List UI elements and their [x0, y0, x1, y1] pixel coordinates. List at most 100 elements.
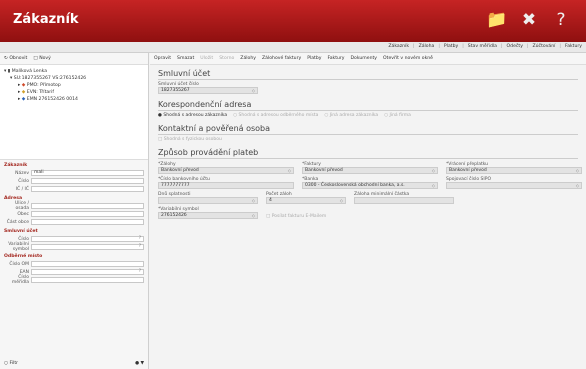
meter-label: Číslo měřidla — [11, 275, 29, 285]
street-input[interactable] — [31, 203, 144, 209]
menu-item-platby[interactable]: Platby — [444, 44, 458, 49]
refresh-button[interactable]: ↻ Obnovit — [4, 56, 27, 61]
menu-item-zaloha[interactable]: Záloha — [419, 44, 435, 49]
due-row: Dnů splatnosti Počet záloh4 Záloha minim… — [158, 191, 578, 204]
payment-title: Způsob provádění plateb — [158, 148, 578, 159]
contract-number-input[interactable] — [31, 236, 144, 242]
tree-node[interactable]: ▾ ▮ Malíková Lenka — [4, 68, 144, 75]
menu-item-zakaznik[interactable]: Zákazník — [388, 44, 409, 49]
customer-tree: ▾ ▮ Malíková Lenka ▾ SU:1827355267 VS:27… — [0, 65, 148, 160]
min-input[interactable] — [354, 197, 454, 204]
vs-label: Variabilní symbol — [8, 242, 29, 252]
part-row: Část obce — [0, 218, 148, 226]
number-label: Číslo — [18, 178, 29, 184]
email-invoice-label: Posílat fakturu E-Mailem — [271, 214, 327, 219]
payment-methods: *ZálohyBankovní převod *FakturyBankovní … — [158, 161, 582, 174]
menu-item-meridla[interactable]: Stav měřidla — [468, 44, 497, 49]
edit-button[interactable]: Opravit — [154, 56, 171, 61]
corr-radio-group: ● Shodná s adresou zákazníka ○ Shodná s … — [158, 113, 578, 118]
sipo-input[interactable] — [446, 182, 582, 189]
tree-node[interactable]: ▸ ◆ EMN 27615242б 0014 — [4, 96, 144, 103]
menu-item-faktury[interactable]: Faktury — [565, 44, 582, 49]
street-label: Ulice / osada — [15, 201, 29, 211]
contract-number-field[interactable]: 1827355267 — [158, 87, 258, 94]
part-input[interactable] — [31, 219, 144, 225]
corr-radio-customer-label: Shodná s adresou zákazníka — [163, 113, 228, 118]
ico-input[interactable] — [31, 186, 144, 192]
tree-node[interactable]: ▾ SU:1827355267 VS:27615242б — [4, 75, 144, 82]
dokumenty-button[interactable]: Dokumenty — [351, 56, 378, 61]
corr-radio-other[interactable]: ○ Jiná adresa zákazníka — [324, 113, 378, 118]
filter-toggle[interactable]: ○ Filtr — [4, 361, 18, 366]
help-icon[interactable]: ? — [550, 10, 572, 30]
count-input[interactable]: 4 — [266, 197, 346, 204]
contract-title: Smluvní účet — [158, 69, 578, 80]
app-header: Zákazník 📁 ✖ ? — [0, 0, 586, 42]
meter-row: Číslo měřidla — [0, 275, 148, 285]
vs-row-right: *Variabilní symbol27615242б □ Posílat fa… — [158, 206, 578, 219]
bank-select[interactable]: 0300 - Československá obchodní banka, a.… — [302, 182, 438, 189]
faktury-select[interactable]: Bankovní převod — [302, 167, 438, 174]
zalohy-button[interactable]: Zálohy — [240, 56, 256, 61]
om-label: Číslo OM — [9, 261, 29, 267]
menu-item-odecty[interactable]: Odečty — [507, 44, 523, 49]
city-input[interactable] — [31, 211, 144, 217]
due-input[interactable] — [158, 197, 258, 204]
om-input[interactable] — [31, 261, 144, 267]
email-invoice-checkbox[interactable]: □ Posílat fakturu E-Mailem — [266, 208, 454, 219]
customer-ico-row: IČ / IČ — [0, 185, 148, 193]
header-icons: 📁 ✖ ? — [486, 10, 572, 30]
left-toolbar: ↻ Obnovit □ Nový — [0, 53, 148, 65]
vs-right-input[interactable]: 27615242б — [158, 212, 258, 219]
contract-number-label: Číslo — [18, 236, 29, 242]
bank-row: *Číslo bankovního účtu 7777777777 *Banka 0… — [158, 176, 582, 189]
vs-row: Variabilní symbol — [0, 242, 148, 252]
tree-node[interactable]: ▸ ◆ PMO: Přímotop — [4, 82, 144, 89]
customer-section-header: Zákazník — [4, 163, 28, 168]
open-new-window-button[interactable]: Otevřít v novém okně — [383, 56, 433, 61]
tree-node[interactable]: ▸ ◆ EVN: Třítarif — [4, 89, 144, 96]
tree-node-label: Malíková Lenka — [11, 69, 48, 74]
zalohove-faktury-button[interactable]: Zálohové faktury — [262, 56, 301, 61]
left-panel: ↻ Obnovit □ Nový ▾ ▮ Malíková Lenka ▾ SU… — [0, 53, 149, 369]
left-footer: ○ Filtr ● ▼ — [4, 361, 144, 366]
corr-title: Korespondenční adresa — [158, 100, 578, 111]
corr-radio-firm-label: Jiná firma — [389, 113, 411, 118]
name-label: Název — [15, 170, 29, 176]
folder-icon[interactable]: 📁 — [486, 10, 508, 30]
number-input[interactable] — [31, 178, 144, 184]
detail-toolbar: Opravit Smazat Uložit Storno Zálohy Zálo… — [150, 53, 586, 65]
tree-node-label: PMO: Přímotop — [26, 83, 61, 88]
cancel-button[interactable]: Storno — [219, 56, 234, 61]
delete-button[interactable]: Smazat — [177, 56, 194, 61]
faktury-button[interactable]: Faktury — [328, 56, 345, 61]
meter-input[interactable] — [31, 277, 144, 283]
name-input[interactable]: mali — [31, 170, 144, 176]
ean-input[interactable] — [31, 269, 144, 275]
corr-radio-other-label: Jiná adresa zákazníka — [329, 113, 379, 118]
om-row: Číslo OM — [0, 260, 148, 268]
corr-radio-customer[interactable]: ● Shodná s adresou zákazníka — [158, 113, 227, 118]
vs-input[interactable] — [31, 244, 144, 250]
tools-icon[interactable]: ✖ — [518, 10, 540, 30]
refresh-label: Obnovit — [9, 56, 28, 61]
ico-label: IČ / IČ — [15, 186, 29, 192]
corr-radio-om[interactable]: ○ Shodná s adresou odběrného místa — [233, 113, 318, 118]
city-label: Obec — [17, 211, 29, 217]
contact-checkbox[interactable]: □ Shodná s fyzickou osobou — [158, 137, 578, 142]
contact-checkbox-label: Shodná s fyzickou osobou — [163, 137, 222, 142]
search-icon[interactable]: ● ▼ — [135, 361, 144, 366]
detail-panel: Opravit Smazat Uložit Storno Zálohy Zálo… — [150, 53, 586, 369]
new-button[interactable]: □ Nový — [33, 56, 51, 61]
save-button[interactable]: Uložit — [200, 56, 213, 61]
corr-radio-firm[interactable]: ○ Jiná firma — [384, 113, 411, 118]
account-input[interactable]: 7777777777 — [158, 182, 294, 189]
street-row: Ulice / osada — [0, 201, 148, 211]
menu-item-zuctovani[interactable]: Zúčtování — [533, 44, 556, 49]
menu-bar: Zákazník | Záloha | Platby | Stav měřidla | … — [0, 42, 586, 53]
contact-title: Kontaktní a pověřená osoba — [158, 124, 578, 135]
platby-button[interactable]: Platby — [307, 56, 321, 61]
part-label: Část obce — [6, 219, 29, 225]
preplatky-select[interactable]: Bankovní převod — [446, 167, 582, 174]
zalohy-select[interactable]: Bankovní převod — [158, 167, 294, 174]
